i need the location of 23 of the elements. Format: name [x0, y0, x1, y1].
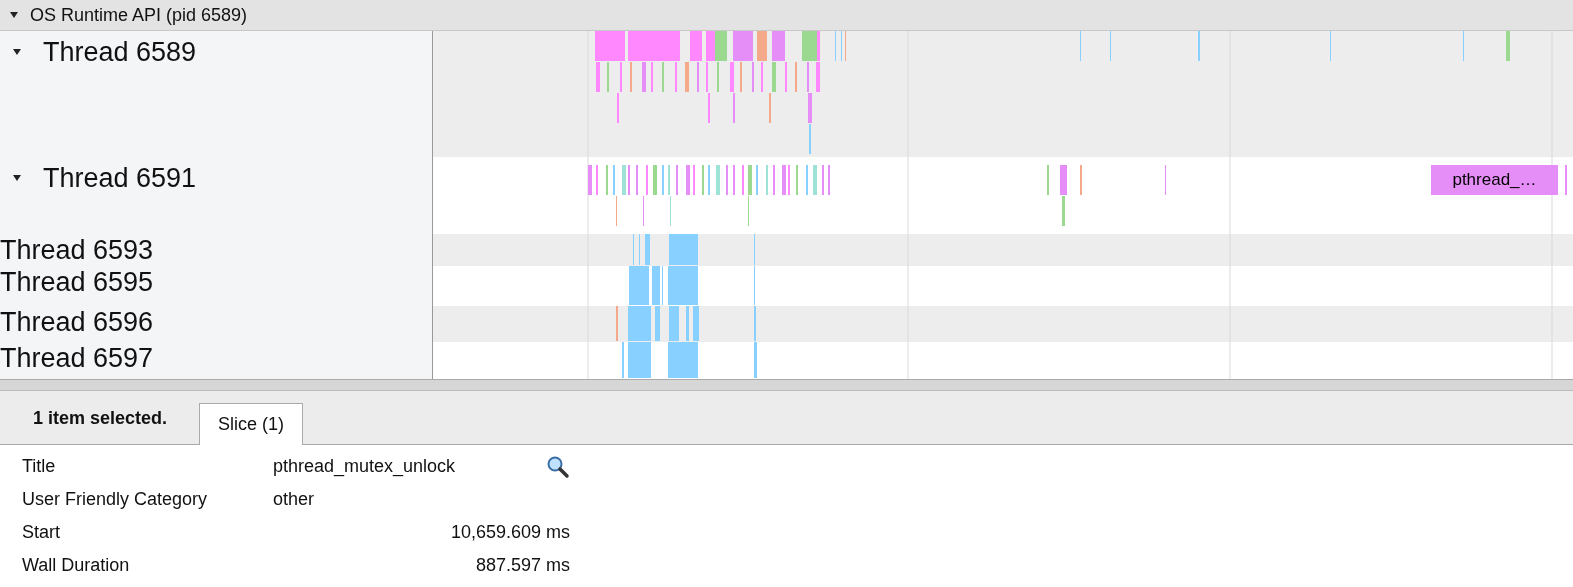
detail-label: Start	[22, 521, 61, 544]
thread-label: Thread 6596	[0, 306, 154, 338]
thread-label: Thread 6589	[43, 37, 197, 67]
detail-value: other	[273, 488, 316, 511]
process-title: OS Runtime API (pid 6589)	[30, 3, 248, 27]
detail-label: User Friendly Category	[22, 488, 209, 511]
trace-slice[interactable]: pthread_…	[1431, 165, 1558, 195]
detail-value: 10,659.609 ms	[449, 521, 570, 544]
detail-label: Title	[22, 455, 57, 478]
selection-summary: 1 item selected.	[33, 407, 168, 430]
thread-label: Thread 6597	[0, 342, 154, 374]
caret-icon[interactable]	[10, 11, 18, 19]
thread-label: Thread 6595	[0, 266, 154, 298]
detail-value: 887.597 ms	[474, 554, 570, 577]
caret-icon[interactable]	[13, 48, 21, 56]
slice-tab[interactable]: Slice (1)	[199, 403, 304, 445]
thread-label: Thread 6591	[43, 163, 197, 193]
thread-label: Thread 6593	[0, 234, 154, 266]
process-header[interactable]: OS Runtime API (pid 6589)	[0, 0, 1573, 31]
detail-label: Wall Duration	[22, 554, 131, 577]
search-icon[interactable]	[546, 454, 570, 479]
caret-icon[interactable]	[13, 174, 21, 182]
detail-value: pthread_mutex_unlock	[273, 455, 457, 479]
